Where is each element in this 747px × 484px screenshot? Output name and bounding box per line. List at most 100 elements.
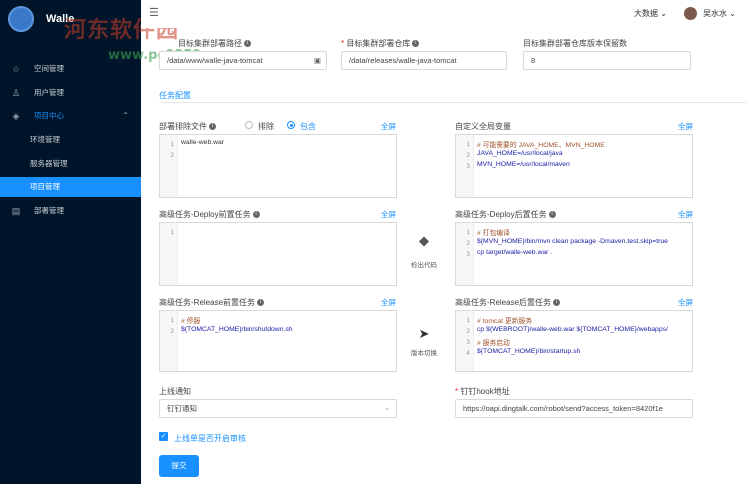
keep-label: 目标集群部署仓库版本保留数 <box>523 39 627 48</box>
folder-icon: ▣ <box>313 56 321 65</box>
fullscreen-link[interactable]: 全屏 <box>678 297 693 308</box>
repo-input[interactable]: /data/releases/walle-java-tomcat <box>341 51 507 70</box>
radio-include[interactable] <box>287 121 295 129</box>
deploy-path-input[interactable]: /data/www/walle-java-tomcat ▣ <box>159 51 327 70</box>
user-name: 吴水水 <box>703 9 727 18</box>
line-number: 1 <box>170 228 174 236</box>
star-icon: ☆ <box>11 64 21 74</box>
info-icon: i <box>257 299 265 307</box>
keep-value: 8 <box>531 56 536 65</box>
chevron-down-icon: ⌄ <box>384 405 390 412</box>
fullscreen-link[interactable]: 全屏 <box>678 121 693 132</box>
fullscreen-link[interactable]: 全屏 <box>381 121 396 132</box>
pre-release-editor[interactable]: 1 2 # 停服 ${TOMCAT_HOME}/bin/shutdown.sh <box>159 310 397 372</box>
gitlab-icon: ⯁ <box>418 234 430 250</box>
line-number: 3 <box>466 250 470 258</box>
fullscreen-link[interactable]: 全屏 <box>678 209 693 220</box>
pre-deploy-editor[interactable]: 1 <box>159 222 397 286</box>
sidebar-item-label: 用户管理 <box>34 88 64 97</box>
walle-logo-icon <box>8 6 34 32</box>
submit-button[interactable]: 提交 <box>159 455 199 477</box>
keep-input[interactable]: 8 <box>523 51 691 70</box>
sidebar-item-label: 服务器管理 <box>30 159 68 168</box>
code-line: ${TOMCAT_HOME}/bin/shutdown.sh <box>181 326 293 333</box>
code-line: cp ${WEBROOT}/walle-web.war ${TOMCAT_HOM… <box>477 326 668 333</box>
deploy-path-value: /data/www/walle-java-tomcat <box>167 56 263 65</box>
sidebar-item-label: 空间管理 <box>34 64 64 73</box>
info-icon: i <box>209 123 216 131</box>
sidebar-item-label: 项目中心 <box>34 111 64 120</box>
switch-arrow-icon: ➤ <box>418 326 430 341</box>
code-line: # 服务启动 <box>477 340 510 347</box>
code-line: JAVA_HOME=/usr/local/java <box>477 150 563 157</box>
user-icon: ♙ <box>11 88 21 98</box>
line-number: 2 <box>170 151 174 159</box>
pre-release-label: 高级任务-Release前置任务 i <box>159 297 265 308</box>
file-icon: ▤ <box>11 206 21 216</box>
sidebar-item-label: 项目管理 <box>30 182 60 191</box>
code-line: # tomcat 更新服务 <box>477 318 533 325</box>
info-icon: i <box>548 211 556 219</box>
space-selector[interactable]: 大数据 ⌄ <box>634 8 667 19</box>
audit-checkbox[interactable]: ✓ <box>159 432 168 441</box>
exclude-editor[interactable]: 1 2 walle-web.war <box>159 134 397 198</box>
post-deploy-label: 高级任务-Deploy后置任务 i <box>455 209 556 220</box>
chevron-up-icon: ⌃ <box>122 111 129 120</box>
code-line: # 可能需要的 JAVA_HOME、MVN_HOME <box>477 142 605 149</box>
menu-fold-icon[interactable]: ☰ <box>149 6 159 19</box>
line-number: 3 <box>466 162 470 170</box>
sidebar-item-env[interactable]: 环境管理 <box>0 130 141 150</box>
code-line: ${MVN_HOME}/bin/mvn clean package -Dmave… <box>477 238 668 245</box>
line-number: 2 <box>466 151 470 159</box>
sidebar-item-project-center[interactable]: ◈ 项目中心 ⌃ <box>0 106 141 126</box>
checkout-label: 检出代码 <box>411 262 437 269</box>
info-icon: i <box>553 299 561 307</box>
line-number: 4 <box>466 349 470 357</box>
audit-label: 上线单是否开启审核 <box>174 434 246 443</box>
info-icon: i <box>244 40 251 48</box>
line-number: 2 <box>170 327 174 335</box>
exclude-label: 部署排除文件 i <box>159 121 216 132</box>
sidebar-item-users[interactable]: ♙ 用户管理 <box>0 83 141 103</box>
sidebar-item-projects[interactable]: 项目管理 <box>0 177 141 197</box>
code-line: ${TOMCAT_HOME}/bin/startup.sh <box>477 348 581 355</box>
user-menu[interactable]: 吴水水 ⌄ <box>703 8 736 19</box>
radio-exclude[interactable] <box>245 121 253 129</box>
notify-select[interactable]: 钉钉通知 ⌄ <box>159 399 397 418</box>
line-number: 1 <box>170 316 174 324</box>
line-number: 2 <box>466 239 470 247</box>
line-number: 1 <box>170 140 174 148</box>
post-release-label: 高级任务-Release后置任务 i <box>455 297 561 308</box>
deploy-path-label: 目标集群部署路径 i <box>178 38 251 49</box>
post-release-editor[interactable]: 1 2 3 4 # tomcat 更新服务 cp ${WEBROOT}/wall… <box>455 310 693 372</box>
info-icon: i <box>412 40 420 48</box>
fullscreen-link[interactable]: 全屏 <box>381 209 396 220</box>
code-line: walle-web.war <box>181 139 225 146</box>
radio-include-label: 包含 <box>300 122 316 131</box>
radio-exclude-label: 排除 <box>258 122 274 131</box>
global-vars-editor[interactable]: 1 2 3 # 可能需要的 JAVA_HOME、MVN_HOME JAVA_HO… <box>455 134 693 198</box>
sidebar-item-deploy[interactable]: ▤ 部署管理 <box>0 201 141 221</box>
notify-value: 钉钉通知 <box>167 404 197 413</box>
code-line: # 停服 <box>181 318 201 325</box>
space-selector-label: 大数据 <box>634 9 658 18</box>
switch-label: 版本切换 <box>411 350 437 357</box>
hook-value: https://oapi.dingtalk.com/robot/send?acc… <box>463 404 663 413</box>
post-deploy-editor[interactable]: 1 2 3 # 打包编译 ${MVN_HOME}/bin/mvn clean p… <box>455 222 693 286</box>
fullscreen-link[interactable]: 全屏 <box>381 297 396 308</box>
hook-label: * 钉钉hook地址 <box>455 387 510 396</box>
hook-input[interactable]: https://oapi.dingtalk.com/robot/send?acc… <box>455 399 693 418</box>
sidebar: Walle ☆ 空间管理 ♙ 用户管理 ◈ 项目中心 ⌃ 环境管理 服务器管理 … <box>0 0 141 484</box>
line-number: 3 <box>466 338 470 346</box>
code-line: MVN_HOME=/usr/local/maven <box>477 161 570 168</box>
sidebar-item-servers[interactable]: 服务器管理 <box>0 154 141 174</box>
info-icon: i <box>252 211 260 219</box>
notify-label: 上线通知 <box>159 387 191 396</box>
code-line: # 打包编译 <box>477 230 510 237</box>
sidebar-item-label: 部署管理 <box>34 206 64 215</box>
line-number: 1 <box>466 228 470 236</box>
line-number: 1 <box>466 140 470 148</box>
avatar[interactable] <box>684 7 697 20</box>
line-number: 1 <box>466 316 470 324</box>
pre-deploy-label: 高级任务-Deploy前置任务 i <box>159 209 260 220</box>
